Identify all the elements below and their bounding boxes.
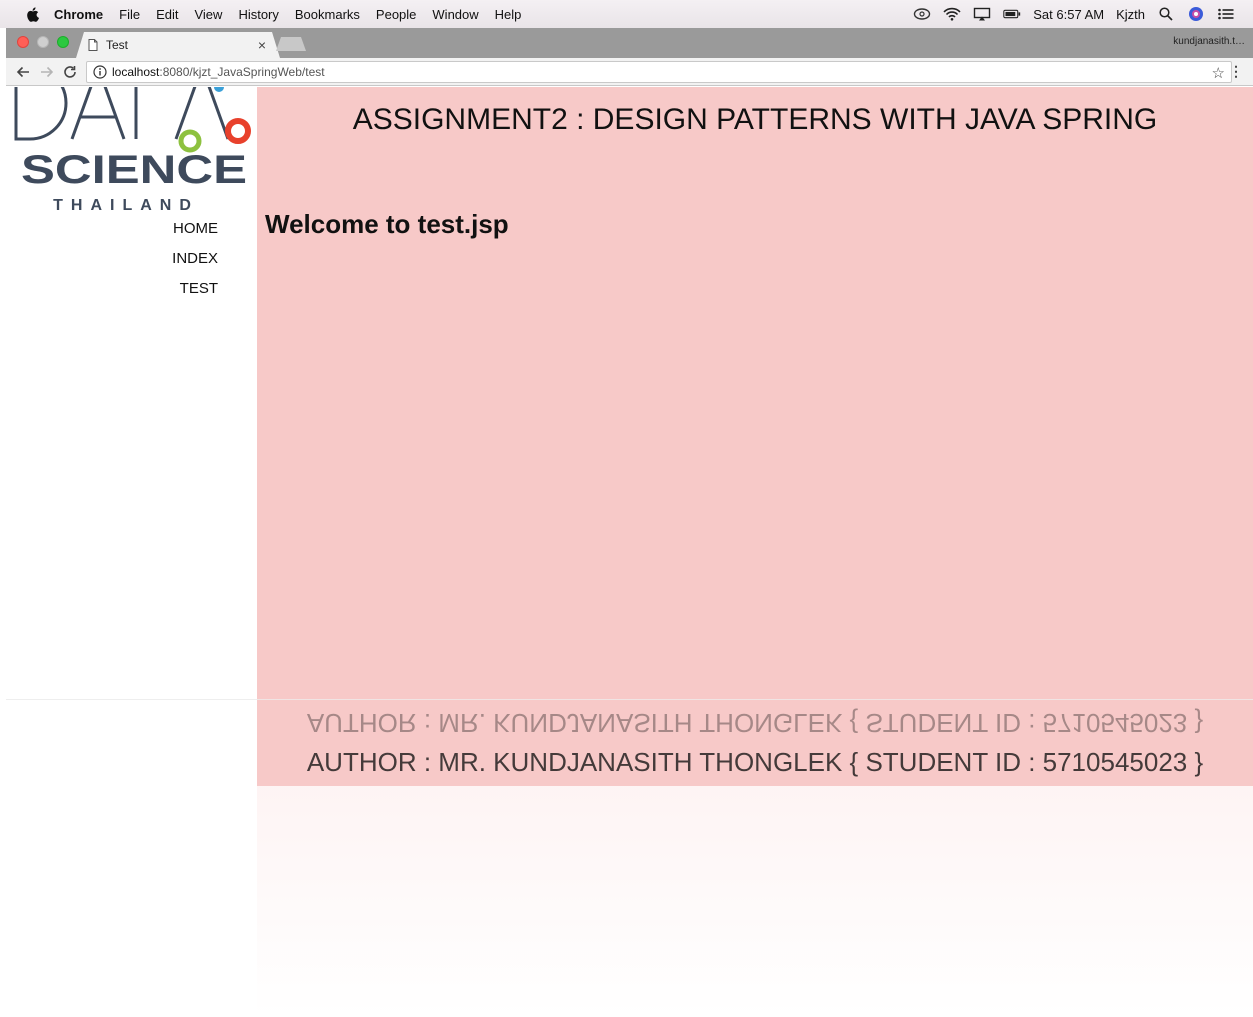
chrome-menu-icon[interactable]: ⋮ bbox=[1229, 63, 1243, 80]
airplay-icon[interactable] bbox=[973, 7, 991, 21]
apple-icon[interactable] bbox=[24, 6, 40, 22]
browser-tab-strip: Test × kundjanasith.t… bbox=[6, 28, 1253, 58]
tab-title: Test bbox=[106, 38, 129, 52]
info-icon[interactable] bbox=[93, 65, 107, 79]
menu-bar-status-area: Sat 6:57 AM Kjzth bbox=[913, 7, 1253, 22]
welcome-heading: Welcome to test.jsp bbox=[265, 209, 509, 239]
menu-app-name[interactable]: Chrome bbox=[54, 7, 103, 22]
siri-icon[interactable] bbox=[1187, 7, 1205, 21]
menu-bar-clock[interactable]: Sat 6:57 AM bbox=[1033, 7, 1104, 22]
creative-cloud-icon[interactable] bbox=[913, 7, 931, 21]
window-minimize-button[interactable] bbox=[37, 36, 49, 48]
menu-bar-user[interactable]: Kjzth bbox=[1116, 7, 1145, 22]
window-zoom-button[interactable] bbox=[57, 36, 69, 48]
notification-center-icon[interactable] bbox=[1217, 7, 1235, 21]
author-reflection: AUTHOR : MR. KUNDJANASITH THONGLEK { STU… bbox=[306, 708, 1204, 738]
spotlight-search-icon[interactable] bbox=[1157, 7, 1175, 21]
svg-text:THAILAND: THAILAND bbox=[53, 197, 199, 214]
back-arrow-icon[interactable] bbox=[14, 63, 32, 81]
bookmark-star-icon[interactable]: ☆ bbox=[1212, 64, 1225, 82]
menu-history[interactable]: History bbox=[238, 7, 278, 22]
nav-link-index[interactable]: INDEX bbox=[6, 249, 218, 279]
url-host: localhost bbox=[112, 65, 160, 79]
sidebar-nav: HOME INDEX TEST bbox=[6, 219, 218, 309]
tab-close-icon[interactable]: × bbox=[258, 37, 266, 53]
address-bar[interactable]: localhost :8080/kjzt_JavaSpringWeb/test … bbox=[86, 61, 1232, 83]
url-path: :8080/kjzt_JavaSpringWeb/test bbox=[159, 65, 325, 79]
nav-link-home[interactable]: HOME bbox=[6, 219, 218, 249]
battery-icon[interactable] bbox=[1003, 7, 1021, 21]
menu-file[interactable]: File bbox=[119, 7, 140, 22]
page-icon bbox=[88, 39, 98, 51]
data-science-thailand-logo: SCIENCE THAILAND bbox=[14, 87, 251, 214]
main-content: ASSIGNMENT2 : DESIGN PATTERNS WITH JAVA … bbox=[257, 87, 1253, 786]
wifi-icon[interactable] bbox=[943, 7, 961, 21]
footer-reflection: AUTHOR : MR. KUNDJANASITH THONGLEK { STU… bbox=[6, 699, 1253, 1017]
menu-people[interactable]: People bbox=[376, 7, 416, 22]
profile-name[interactable]: kundjanasith.t… bbox=[1173, 36, 1245, 47]
menu-edit[interactable]: Edit bbox=[156, 7, 178, 22]
new-tab-button[interactable] bbox=[276, 37, 306, 51]
nav-link-test[interactable]: TEST bbox=[6, 279, 218, 309]
svg-text:SCIENCE: SCIENCE bbox=[21, 148, 247, 192]
menu-window[interactable]: Window bbox=[432, 7, 478, 22]
active-tab[interactable]: Test × bbox=[76, 32, 280, 58]
page-title: ASSIGNMENT2 : DESIGN PATTERNS WITH JAVA … bbox=[352, 103, 1158, 136]
menu-help[interactable]: Help bbox=[495, 7, 522, 22]
sidebar: SCIENCE THAILAND HOME INDEX TEST bbox=[6, 87, 257, 787]
window-close-button[interactable] bbox=[17, 36, 29, 48]
menu-view[interactable]: View bbox=[194, 7, 222, 22]
reflection-area: AUTHOR : MR. KUNDJANASITH THONGLEK { STU… bbox=[257, 699, 1253, 1017]
browser-toolbar: localhost :8080/kjzt_JavaSpringWeb/test … bbox=[6, 58, 1253, 86]
reload-icon[interactable] bbox=[61, 63, 79, 81]
macos-menu-bar: Chrome File Edit View History Bookmarks … bbox=[0, 0, 1253, 28]
menu-bookmarks[interactable]: Bookmarks bbox=[295, 7, 360, 22]
forward-arrow-icon[interactable] bbox=[38, 63, 56, 81]
